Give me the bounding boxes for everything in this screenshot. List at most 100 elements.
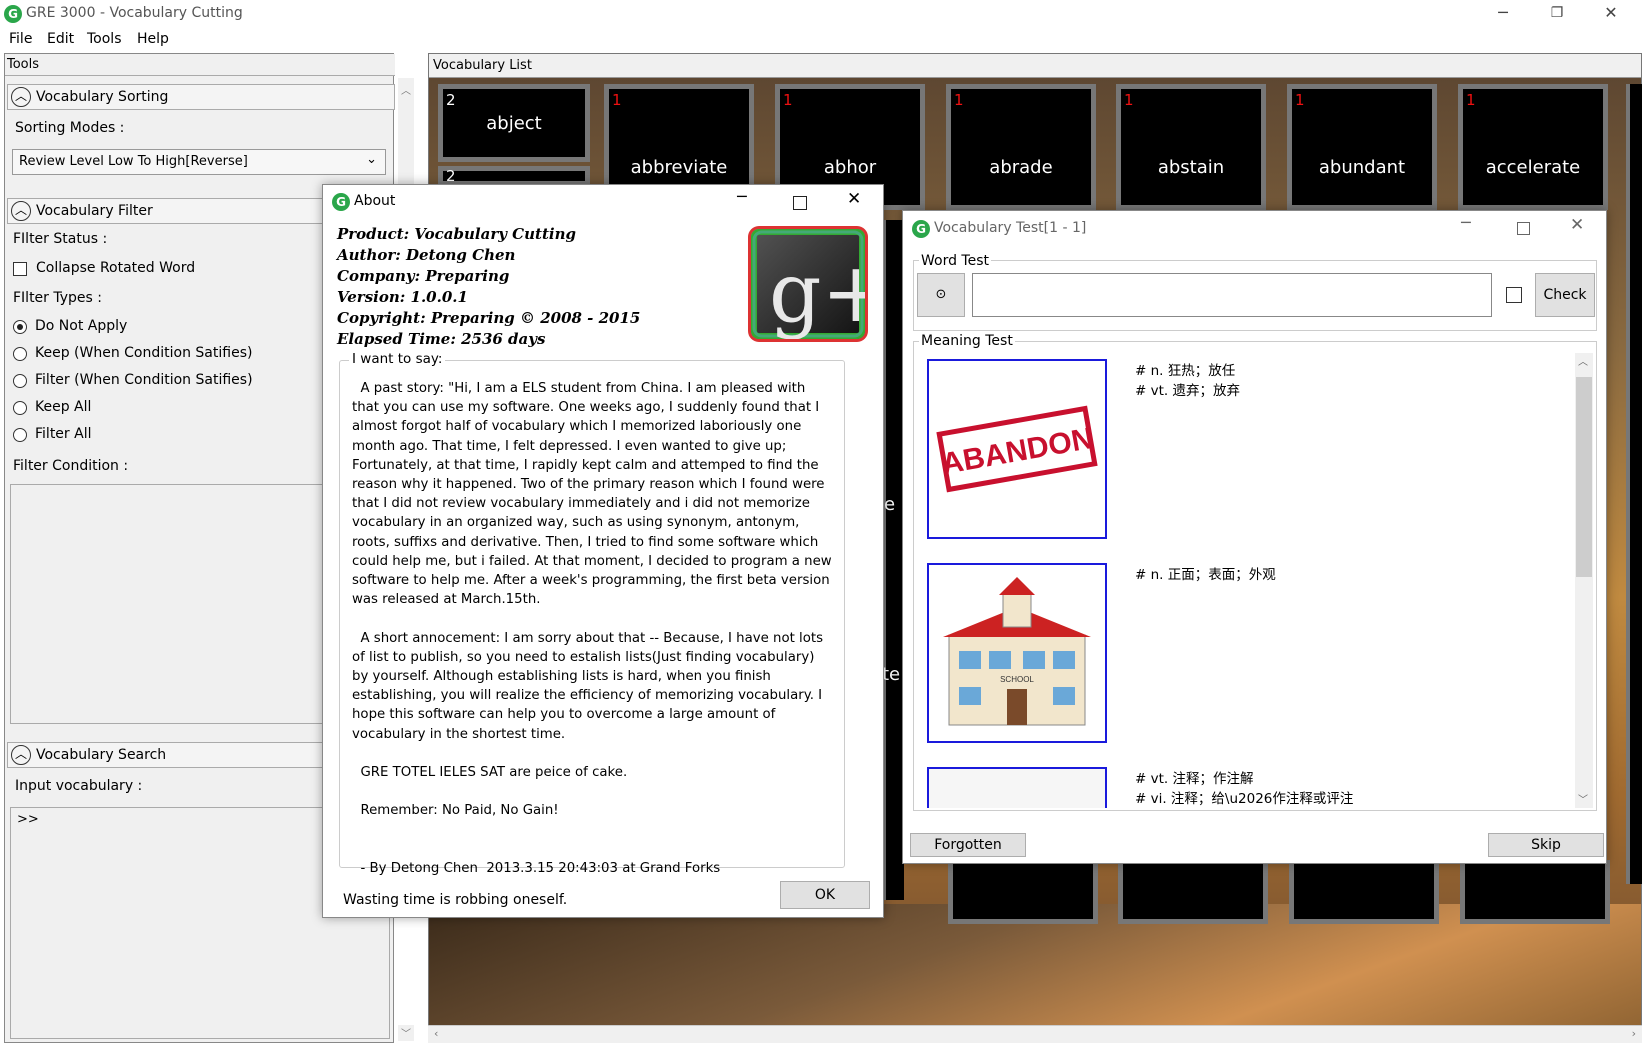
meaning-text: # vt. 注释；作注解 # vi. 注释；给\u2026作注释或评注 <box>1135 769 1353 808</box>
word-card[interactable]: 1 abstain <box>1116 84 1266 210</box>
vocabulary-test-dialog: G Vocabulary Test[1 - 1] ─ ✕ Word Test ⊙… <box>902 210 1607 864</box>
collapse-rotated-checkbox[interactable] <box>13 262 27 276</box>
word-card[interactable] <box>1460 860 1610 924</box>
review-count: 1 <box>612 91 622 109</box>
google-plus-logo: g+ <box>751 229 865 339</box>
about-footer: Wasting time is robbing oneself. <box>343 892 568 908</box>
maximize-button[interactable] <box>793 196 807 210</box>
abandon-stamp-image: ABANDON <box>936 405 1098 493</box>
scroll-right-icon: › <box>1631 1027 1636 1040</box>
filter-condition-input[interactable] <box>10 484 323 724</box>
meaning-scrollbar[interactable]: ︿ ﹀ <box>1575 353 1593 808</box>
copyright-info: Copyright: Preparing © 2008 - 2015 <box>337 309 641 327</box>
check-button[interactable]: Check <box>1535 273 1595 317</box>
filter-option-label: Keep (When Condition Satifies) <box>35 345 253 361</box>
review-count: 1 <box>783 91 793 109</box>
sorting-mode-select[interactable]: Review Level Low To High[Reverse] ⌄ <box>12 149 386 175</box>
filter-option-label: Filter (When Condition Satifies) <box>35 372 253 388</box>
menu-tools[interactable]: Tools <box>87 31 122 47</box>
word-card[interactable] <box>1289 860 1439 924</box>
filter-radio-filter-when[interactable] <box>13 374 27 388</box>
close-button[interactable]: ✕ <box>1570 215 1584 235</box>
scroll-up-icon: ︿ <box>401 86 411 97</box>
chevron-down-icon: ⌄ <box>366 152 377 167</box>
word-card-partial[interactable] <box>1626 84 1642 884</box>
close-button[interactable]: ✕ <box>1584 0 1638 28</box>
ok-button[interactable]: OK <box>780 881 870 909</box>
tools-header: Tools <box>5 54 395 76</box>
vocabulary-sorting-header[interactable]: ︿ Vocabulary Sorting <box>7 84 395 110</box>
meaning-line: # n. 正面；表面；外观 <box>1135 567 1276 583</box>
partial-card-word: e <box>884 494 896 515</box>
filter-radio-keep-all[interactable] <box>13 401 27 415</box>
minimize-button[interactable]: ─ <box>1476 0 1530 28</box>
minimize-button[interactable]: ─ <box>1461 213 1471 232</box>
app-logo-icon: G <box>4 5 22 23</box>
filter-radio-keep-when[interactable] <box>13 347 27 361</box>
meaning-line: # vi. 注释；给\u2026作注释或评注 <box>1135 791 1354 807</box>
about-message: A past story: "Hi, I am a ELS student fr… <box>339 360 845 876</box>
word-card[interactable]: 1 abundant <box>1287 84 1437 210</box>
test-title: Vocabulary Test[1 - 1] <box>934 220 1087 236</box>
filter-radio-do-not-apply[interactable] <box>13 320 27 334</box>
section-title: Vocabulary Sorting <box>36 89 169 105</box>
app-logo-icon: G <box>912 220 930 238</box>
filter-condition-label: Filter Condition : <box>13 458 129 474</box>
version-info: Version: 1.0.0.1 <box>337 288 468 306</box>
vocabulary-search-header[interactable]: ︿ Vocabulary Search <box>7 742 323 768</box>
word-test-input[interactable] <box>972 273 1492 317</box>
review-count: 1 <box>954 91 964 109</box>
word-card[interactable] <box>948 860 1098 924</box>
word-card[interactable]: 1 abrade <box>946 84 1096 210</box>
menu-file[interactable]: File <box>9 31 32 47</box>
window-title: GRE 3000 - Vocabulary Cutting <box>26 5 243 21</box>
review-count: 1 <box>1295 91 1305 109</box>
meaning-image-option[interactable] <box>927 767 1107 808</box>
scrollbar-thumb[interactable] <box>1576 377 1592 577</box>
meaning-text: # n. 正面；表面；外观 <box>1135 565 1276 585</box>
minimize-button[interactable]: ─ <box>737 187 747 206</box>
card-word: abhor <box>823 157 877 178</box>
author-info: Author: Detong Chen <box>337 246 516 264</box>
vocabulary-filter-header[interactable]: ︿ Vocabulary Filter <box>7 198 323 224</box>
filter-option-label: Filter All <box>35 426 92 442</box>
company-info: Company: Preparing <box>337 267 510 285</box>
word-card[interactable]: 1 accelerate <box>1458 84 1608 210</box>
restore-button[interactable]: ❐ <box>1530 0 1584 28</box>
partial-card-word: te <box>882 664 901 685</box>
title-bar <box>0 0 1642 28</box>
input-vocabulary-label: Input vocabulary : <box>15 778 143 794</box>
maximize-button[interactable] <box>1517 222 1530 235</box>
skip-button[interactable]: Skip <box>1488 833 1604 857</box>
scroll-down-icon[interactable]: ﹀ <box>398 1025 414 1041</box>
review-count: 1 <box>1124 91 1134 109</box>
word-card[interactable]: 2 abject <box>438 84 590 162</box>
filter-radio-filter-all[interactable] <box>13 428 27 442</box>
meaning-image-option[interactable]: SCHOOL <box>927 563 1107 743</box>
school-sign: SCHOOL <box>1000 675 1034 684</box>
word-test-checkbox[interactable] <box>1506 287 1522 303</box>
about-title: About <box>354 193 396 209</box>
school-building-image: SCHOOL <box>943 577 1091 726</box>
word-card[interactable] <box>1118 860 1268 924</box>
section-title: Vocabulary Filter <box>36 203 153 219</box>
card-word: abundant <box>1318 157 1406 178</box>
card-word: abstain <box>1157 157 1225 178</box>
word-card[interactable]: 2 <box>438 166 590 186</box>
scroll-left-icon: ‹ <box>434 1027 439 1040</box>
radio-button-toggle[interactable]: ⊙ <box>917 273 965 317</box>
tools-scrollbar[interactable]: ︿ <box>398 78 414 188</box>
menu-edit[interactable]: Edit <box>47 31 74 47</box>
close-button[interactable]: ✕ <box>847 189 861 209</box>
word-card-partial[interactable] <box>882 220 904 900</box>
section-title: Vocabulary Search <box>36 747 167 763</box>
menu-help[interactable]: Help <box>137 31 169 47</box>
sorting-modes-label: Sorting Modes : <box>15 120 125 136</box>
review-count: 1 <box>1466 91 1476 109</box>
horizontal-scrollbar[interactable]: ‹ › <box>428 1025 1642 1043</box>
meaning-image-option[interactable]: ABANDON <box>927 359 1107 539</box>
product-info: Product: Vocabulary Cutting <box>337 225 576 243</box>
forgotten-button[interactable]: Forgotten <box>910 833 1026 857</box>
meaning-line: # n. 狂热；放任 <box>1135 363 1236 379</box>
review-count: 2 <box>446 167 456 185</box>
